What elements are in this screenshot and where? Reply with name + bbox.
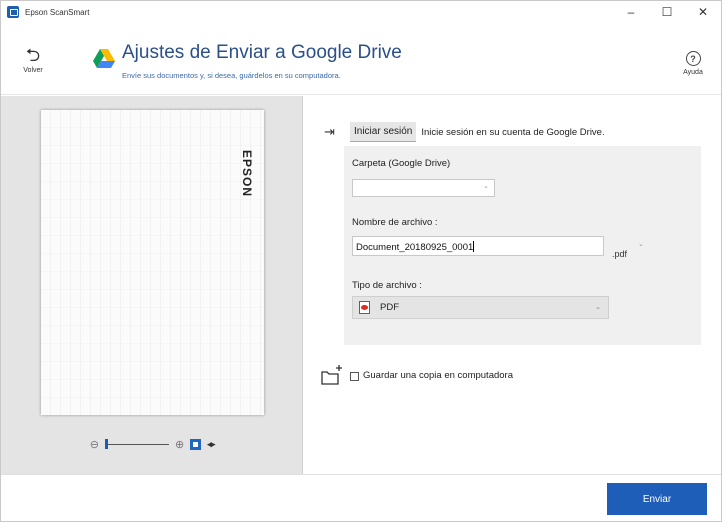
signin-row: ⇥ Iniciar sesión Inicie sesión en su cue…: [324, 122, 605, 142]
chevron-down-icon: ⌄: [483, 183, 489, 190]
zoom-toolbar: ⊖ ⊕ ◂▸: [1, 432, 303, 456]
preview-panel: EPSON ⊖ ⊕ ◂▸: [1, 96, 303, 474]
epson-brand-mark: EPSON: [240, 150, 254, 198]
send-button[interactable]: Enviar: [607, 483, 707, 515]
folder-add-icon: [321, 365, 342, 385]
filename-label: Nombre de archivo :: [352, 217, 438, 228]
page-subtitle: Envíe sus documentos y, si desea, guárde…: [122, 71, 341, 80]
signin-description: Inicie sesión en su cuenta de Google Dri…: [421, 126, 605, 138]
sign-in-icon: ⇥: [324, 124, 335, 139]
zoom-slider-thumb[interactable]: [104, 439, 108, 449]
google-drive-icon: [93, 49, 115, 68]
zoom-out-icon[interactable]: ⊖: [90, 438, 99, 451]
back-label: Volver: [23, 67, 43, 74]
pdf-file-icon: [359, 301, 370, 314]
fit-page-icon[interactable]: [190, 438, 202, 450]
upload-settings-form: Carpeta (Google Drive) ⌄ Nombre de archi…: [344, 146, 701, 345]
help-button[interactable]: ? Ayuda: [675, 51, 711, 76]
back-button[interactable]: ⮌ Volver: [13, 45, 53, 74]
zoom-in-icon[interactable]: ⊕: [175, 438, 184, 451]
filetype-label: Tipo de archivo :: [352, 280, 422, 291]
minimize-button[interactable]: –: [613, 1, 649, 23]
scanned-page-preview[interactable]: EPSON: [41, 110, 264, 415]
filename-value: Document_20180925_0001: [356, 242, 474, 253]
chevron-down-icon: ⌄: [595, 304, 601, 311]
close-button[interactable]: ✕: [685, 1, 721, 23]
file-extension: .pdf: [612, 249, 628, 259]
plus-sign: [336, 365, 342, 371]
page-texture: [41, 110, 264, 415]
footer-bar: Enviar: [1, 474, 721, 521]
title-bar: Epson ScanSmart – ☐ ✕: [1, 1, 721, 23]
window-controls: – ☐ ✕: [613, 1, 721, 23]
app-window: Epson ScanSmart – ☐ ✕ ⮌ Volver Ajustes d…: [0, 0, 722, 522]
page-title: Ajustes de Enviar a Google Drive: [122, 42, 402, 63]
chevron-down-icon[interactable]: ⌄: [638, 240, 644, 248]
folder-outline: [321, 371, 339, 385]
folder-label: Carpeta (Google Drive): [352, 158, 451, 169]
filetype-value: PDF: [380, 302, 399, 313]
settings-panel: ⇥ Iniciar sesión Inicie sesión en su cue…: [304, 96, 721, 474]
filename-input[interactable]: Document_20180925_0001: [352, 236, 604, 256]
expand-icon[interactable]: ◂▸: [207, 439, 215, 450]
folder-select[interactable]: ⌄: [352, 179, 495, 197]
help-label: Ayuda: [683, 69, 703, 76]
app-logo-icon: [7, 6, 19, 18]
save-copy-row: Guardar una copia en computadora: [320, 364, 513, 386]
filetype-select[interactable]: PDF ⌄: [352, 296, 609, 319]
app-title: Epson ScanSmart: [25, 7, 90, 17]
zoom-slider-track: [104, 444, 169, 445]
page-header: ⮌ Volver Ajustes de Enviar a Google Driv…: [1, 23, 721, 95]
save-copy-checkbox[interactable]: [350, 372, 359, 381]
text-caret: [473, 241, 475, 252]
back-arrow-icon: ⮌: [25, 45, 41, 65]
signin-button[interactable]: Iniciar sesión: [350, 122, 417, 142]
maximize-button[interactable]: ☐: [649, 1, 685, 23]
zoom-slider[interactable]: [104, 439, 169, 449]
save-copy-label[interactable]: Guardar una copia en computadora: [363, 370, 513, 381]
help-icon: ?: [685, 51, 701, 66]
